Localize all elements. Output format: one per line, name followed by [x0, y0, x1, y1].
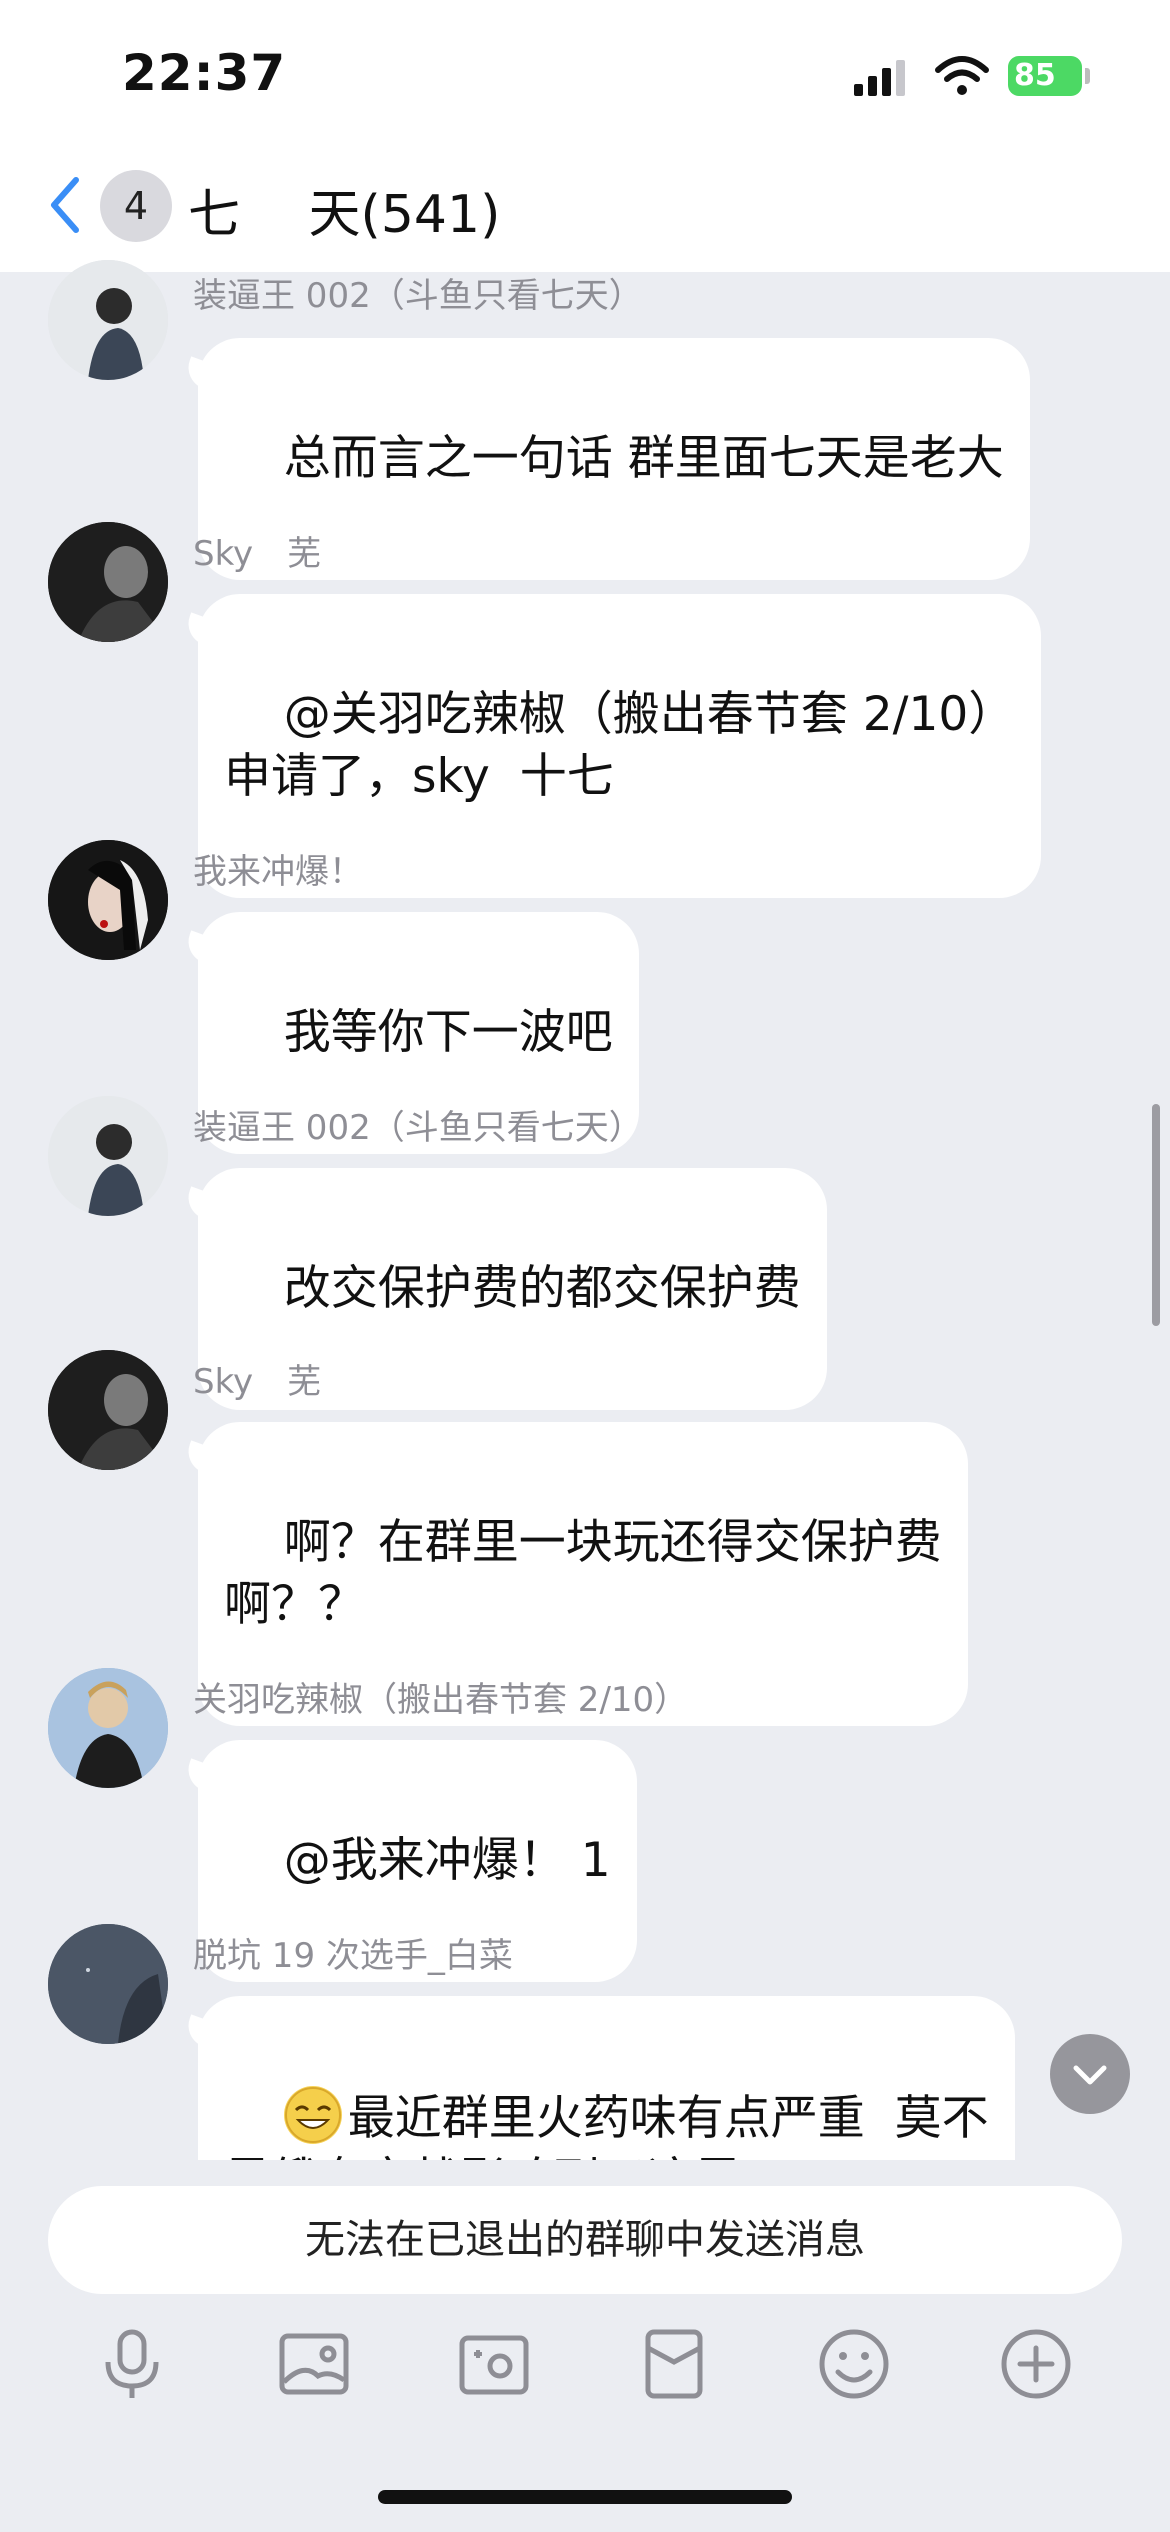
avatar[interactable] — [48, 840, 168, 960]
chevron-down-icon — [1073, 2065, 1107, 2085]
unread-count-badge[interactable]: 4 — [100, 170, 172, 242]
grin-emoji-icon — [283, 2086, 342, 2144]
message-text: 总而言之一句话 群里面七天是老大 — [283, 431, 1004, 486]
scrollbar[interactable] — [1152, 1104, 1160, 1326]
sender-name: Sky 芜 — [193, 1362, 322, 1402]
message-text: 改交保护费的都交保护费 — [283, 1261, 801, 1316]
header: 22:37 85 4 七 天(541) — [0, 0, 1170, 272]
message-bubble[interactable]: 总而言之一句话 群里面七天是老大 — [182, 338, 1030, 580]
message-text: @关羽吃辣椒（搬出春节套 2/10） 申请了，sky 十七 — [224, 687, 1016, 804]
battery-level: 85 — [1014, 58, 1056, 93]
sender-name: 我来冲爆！ — [193, 852, 363, 892]
sender-name: 脱坑 19 次选手_白菜 — [193, 1936, 513, 1976]
avatar[interactable] — [48, 522, 168, 642]
avatar[interactable] — [48, 1350, 168, 1470]
sender-name: 装逼王 002（斗鱼只看七天） — [193, 276, 643, 316]
message-text: 啊？在群里一块玩还得交保护费 啊？？ — [224, 1515, 942, 1632]
red-packet-icon[interactable] — [634, 2324, 714, 2404]
message-bubble[interactable]: 最近群里火药味有点严重 莫不 是俄乌交战影响到了这里? — [182, 1996, 1015, 2160]
message-text: @我来冲爆！ 1 — [283, 1833, 611, 1888]
disabled-input-notice: 无法在已退出的群聊中发送消息 — [48, 2186, 1122, 2294]
cellular-signal-icon — [854, 60, 905, 96]
status-time: 22:37 — [122, 44, 287, 102]
battery-cap — [1085, 68, 1090, 84]
input-area: 无法在已退出的群聊中发送消息 — [0, 2164, 1170, 2532]
wifi-icon — [935, 56, 989, 95]
emoji-icon[interactable] — [814, 2324, 894, 2404]
home-indicator[interactable] — [378, 2490, 792, 2504]
battery-icon: 85 — [1008, 56, 1082, 96]
scroll-to-bottom-button[interactable] — [1050, 2034, 1130, 2114]
message-item: 脱坑 19 次选手_白菜 最近群里火药味有点严重 莫不 是俄乌交战影响到了这里? — [0, 1924, 1170, 2160]
camera-icon[interactable] — [454, 2324, 534, 2404]
sender-name: 装逼王 002（斗鱼只看七天） — [193, 1108, 643, 1148]
chat-title[interactable]: 七 天(541) — [188, 172, 500, 247]
avatar[interactable] — [48, 1924, 168, 2044]
sender-name: 关羽吃辣椒（搬出春节套 2/10） — [193, 1680, 689, 1720]
plus-icon[interactable] — [996, 2324, 1076, 2404]
avatar[interactable] — [48, 260, 168, 380]
chevron-left-icon[interactable] — [42, 170, 92, 240]
sender-name: Sky 芜 — [193, 534, 322, 574]
image-icon[interactable] — [274, 2324, 354, 2404]
avatar[interactable] — [48, 1096, 168, 1216]
avatar[interactable] — [48, 1668, 168, 1788]
message-text: 我等你下一波吧 — [283, 1005, 613, 1060]
microphone-icon[interactable] — [92, 2324, 172, 2404]
